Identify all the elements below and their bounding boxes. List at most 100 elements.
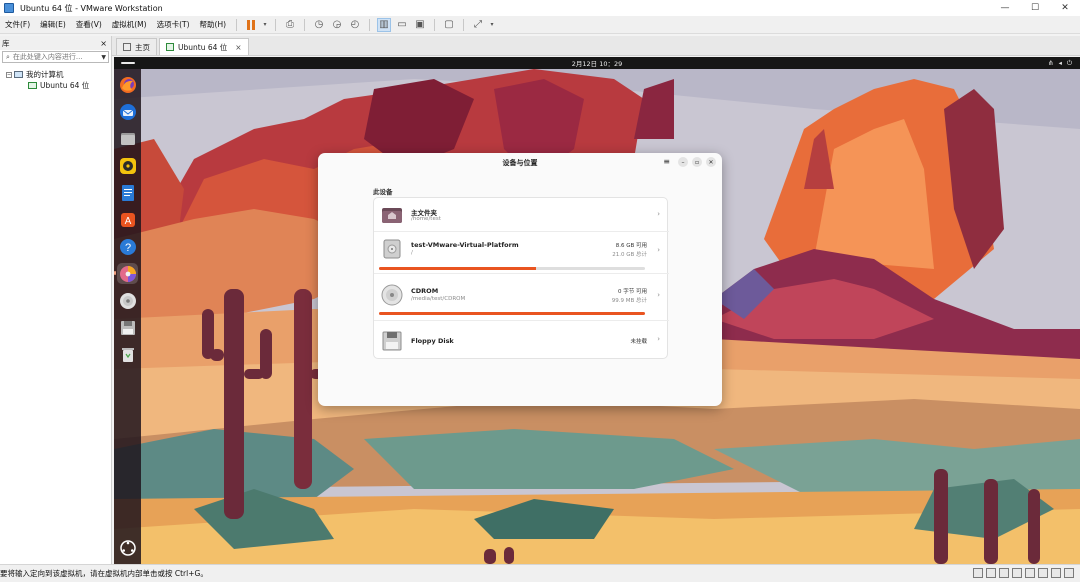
full-screen-dropdown-icon[interactable]: ▾ — [489, 18, 495, 32]
tree-item-ubuntu-vm[interactable]: Ubuntu 64 位 — [0, 80, 111, 91]
sound-status-icon[interactable] — [1025, 568, 1035, 578]
usage-bar — [379, 312, 645, 315]
clock[interactable]: 2月12日 10：29 — [572, 58, 623, 68]
window-title: Ubuntu 64 位 - VMware Workstation — [20, 3, 163, 13]
firefox-icon[interactable] — [117, 74, 138, 95]
dialog-close-button[interactable]: ✕ — [706, 157, 716, 167]
chevron-right-icon: › — [657, 210, 660, 218]
usage-bar-fill — [379, 312, 645, 315]
snapshot-manager-icon[interactable]: ◴ — [348, 18, 362, 32]
disks-icon[interactable] — [114, 263, 138, 284]
hdd-status-icon[interactable] — [973, 568, 983, 578]
app-center-icon[interactable]: A — [117, 209, 138, 230]
fit-guest-icon[interactable]: ▣ — [413, 18, 427, 32]
collapse-icon[interactable]: − — [6, 71, 12, 78]
menu-file[interactable]: 文件(F) — [0, 19, 35, 30]
rhythmbox-icon[interactable] — [117, 155, 138, 176]
network-icon: ⋔ — [1048, 59, 1054, 67]
cdrom-dock-icon[interactable] — [117, 290, 138, 311]
usb-status-icon[interactable] — [1012, 568, 1022, 578]
menu-edit[interactable]: 编辑(E) — [35, 19, 71, 30]
dialog-menu-icon[interactable]: ≡ — [663, 157, 670, 166]
library-panel: 库 × ⌕ 在此处键入内容进行... ▼ − 我的计算机 Ubuntu 64 位 — [0, 36, 112, 564]
device-name: Floppy Disk — [411, 337, 454, 345]
menubar: 文件(F) 编辑(E) 查看(V) 虚拟机(M) 选项卡(T) 帮助(H) ▾ … — [0, 16, 1080, 34]
messages-status-icon[interactable] — [1064, 568, 1074, 578]
library-search-input[interactable]: ⌕ 在此处键入内容进行... ▼ — [2, 51, 109, 63]
tree-item-my-computer[interactable]: − 我的计算机 — [0, 69, 111, 80]
device-row-home[interactable]: 主文件夹 /home/test › — [374, 198, 669, 232]
snapshot-icon[interactable]: ◷ — [312, 18, 326, 32]
device-list: 主文件夹 /home/test › test-VMware-Virtual-Pl… — [373, 197, 669, 360]
device-path: / — [411, 250, 413, 256]
devices-dialog: 设备与位置 ≡ – ▫ ✕ 此设备 主文件夹 /home/test › test… — [318, 153, 722, 406]
minimize-button[interactable]: — — [990, 0, 1020, 16]
pause-button[interactable] — [244, 18, 258, 32]
library-header: 库 × — [0, 36, 111, 50]
toolbar-divider — [369, 18, 371, 31]
window-titlebar: Ubuntu 64 位 - VMware Workstation — ☐ ✕ — [0, 0, 1080, 16]
console-view-icon[interactable]: ▢ — [442, 18, 456, 32]
menu-tabs[interactable]: 选项卡(T) — [152, 19, 195, 30]
vmware-app-icon — [4, 3, 14, 13]
device-free-space: 0 字节 可用 — [618, 289, 647, 295]
tab-ubuntu[interactable]: Ubuntu 64 位 × — [159, 38, 249, 55]
toolbar-divider — [275, 18, 277, 31]
revert-snapshot-icon[interactable]: ◶ — [330, 18, 344, 32]
show-library-icon[interactable]: ▥ — [377, 17, 392, 32]
pause-icon — [247, 19, 256, 30]
thunderbird-icon[interactable] — [117, 101, 138, 122]
library-close-button[interactable]: × — [100, 39, 111, 48]
floppy-dock-icon[interactable] — [117, 317, 138, 338]
device-row-system-disk[interactable]: test-VMware-Virtual-Platform / 8.6 GB 可用… — [374, 232, 669, 274]
send-keys-icon[interactable]: ⎙ — [283, 18, 297, 32]
full-screen-icon[interactable]: ⤢ — [471, 18, 485, 32]
tab-home[interactable]: 主页 — [116, 38, 157, 55]
computer-icon — [14, 71, 23, 78]
tab-close-icon[interactable]: × — [235, 43, 241, 52]
tab-bar: 主页 Ubuntu 64 位 × — [112, 36, 1080, 56]
toolbar-divider — [236, 18, 238, 31]
tree-item-label: 我的计算机 — [26, 70, 64, 79]
device-row-floppy[interactable]: Floppy Disk 未挂载 › — [374, 321, 669, 360]
search-dropdown-icon[interactable]: ▼ — [101, 54, 106, 61]
cdrom-status-icon[interactable] — [986, 568, 996, 578]
volume-icon: ◂ — [1058, 59, 1062, 67]
dialog-minimize-button[interactable]: – — [678, 157, 688, 167]
dialog-maximize-button[interactable]: ▫ — [692, 157, 702, 167]
tree-item-label: Ubuntu 64 位 — [40, 81, 90, 90]
thumbnail-bar-icon[interactable]: ▭ — [395, 18, 409, 32]
close-button[interactable]: ✕ — [1050, 0, 1080, 16]
svg-text:A: A — [124, 216, 131, 227]
tab-label: 主页 — [135, 42, 150, 52]
help-icon[interactable]: ? — [117, 236, 138, 257]
vm-tab-icon — [166, 43, 174, 51]
network-status-icon[interactable] — [999, 568, 1009, 578]
menu-view[interactable]: 查看(V) — [71, 19, 107, 30]
activities-indicator[interactable] — [121, 62, 135, 64]
usage-bar-fill — [379, 267, 536, 270]
dialog-controls: – ▫ ✕ — [678, 157, 716, 167]
library-title: 库 — [2, 38, 10, 48]
display-status-icon[interactable] — [1051, 568, 1061, 578]
menu-help[interactable]: 帮助(H) — [195, 19, 232, 30]
menu-vm[interactable]: 虚拟机(M) — [107, 19, 152, 30]
files-icon[interactable] — [117, 128, 138, 149]
maximize-button[interactable]: ☐ — [1020, 0, 1050, 16]
window-controls: — ☐ ✕ — [990, 0, 1080, 16]
chevron-right-icon: › — [657, 291, 660, 299]
writer-icon[interactable] — [117, 182, 138, 203]
chevron-right-icon: › — [657, 246, 660, 254]
system-tray[interactable]: ⋔ ◂ ⏻ — [1048, 59, 1072, 68]
show-apps-icon[interactable] — [117, 537, 138, 558]
trash-icon[interactable] — [117, 344, 138, 365]
device-row-cdrom[interactable]: CDROM /media/test/CDROM 0 字节 可用 99.9 MB … — [374, 274, 669, 321]
power-dropdown-icon[interactable]: ▾ — [262, 18, 268, 32]
vm-console[interactable]: 2月12日 10：29 ⋔ ◂ ⏻ A ? 设备与位置 ≡ – ▫ ✕ 此设备 … — [114, 57, 1080, 564]
status-text: 要将输入定向到该虚拟机，请在虚拟机内部单击或按 Ctrl+G。 — [0, 569, 208, 578]
toolbar-divider — [304, 18, 306, 31]
printer-status-icon[interactable] — [1038, 568, 1048, 578]
power-icon: ⏻ — [1066, 59, 1072, 67]
device-mount-status: 未挂载 — [630, 339, 647, 345]
dialog-title: 设备与位置 — [502, 159, 538, 167]
